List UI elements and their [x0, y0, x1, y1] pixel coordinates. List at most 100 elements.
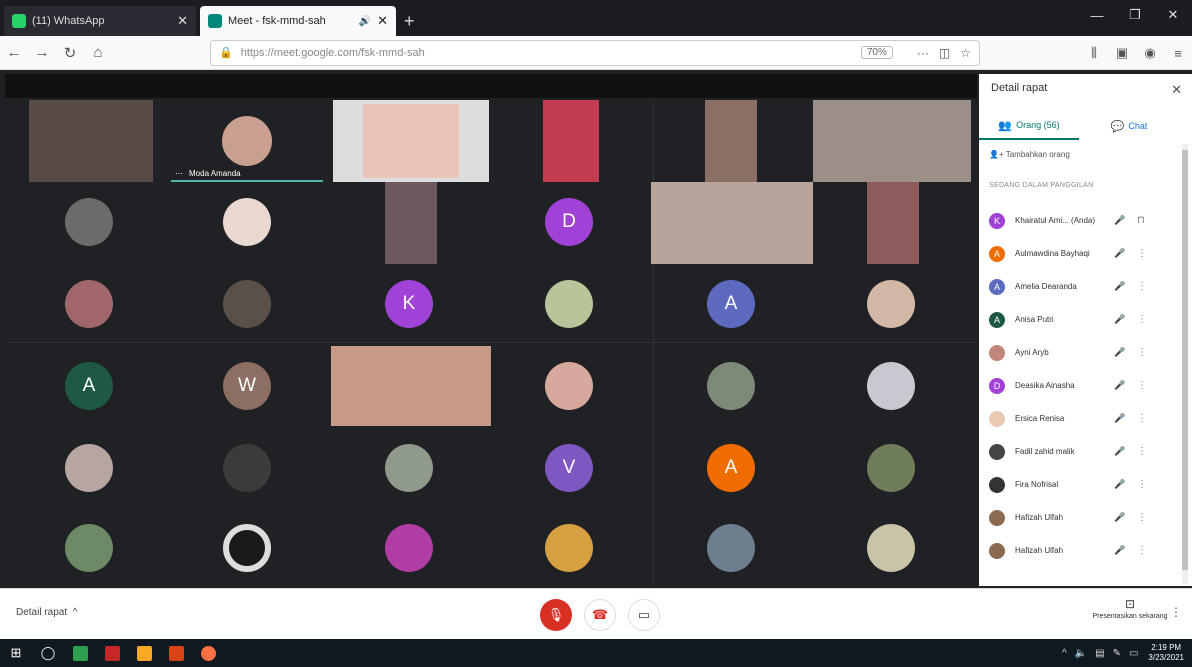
participant-tile[interactable] — [489, 264, 649, 344]
participant-tile[interactable] — [9, 428, 169, 508]
close-icon[interactable]: ✕ — [177, 13, 188, 29]
participant-tile[interactable] — [651, 346, 811, 426]
participant-tile[interactable] — [489, 346, 649, 426]
participant-tile[interactable] — [811, 508, 971, 588]
participant-tile[interactable]: A — [651, 264, 811, 344]
participant-row[interactable]: A Anisa Putri 🎤 ⋮ — [979, 303, 1179, 336]
more-vert-icon[interactable]: ⋮ — [1137, 413, 1147, 424]
participant-tile[interactable] — [9, 182, 169, 262]
present-now-button[interactable]: ⊡ Presentasikan sekarang — [1090, 597, 1170, 620]
participant-tile[interactable] — [811, 346, 971, 426]
account-icon[interactable]: ◉ — [1136, 45, 1164, 61]
participant-video-shared-doc[interactable] — [333, 100, 489, 182]
more-vert-icon[interactable]: ⋮ — [1137, 545, 1147, 556]
maximize-button[interactable]: ❐ — [1116, 0, 1154, 30]
mic-off-icon[interactable]: 🎤 — [1111, 413, 1129, 424]
leave-call-button[interactable]: ☎ — [584, 599, 616, 631]
more-vert-icon[interactable]: ⋮ — [1137, 380, 1147, 391]
mic-off-icon[interactable]: 🎤 — [1111, 314, 1129, 325]
app-icon-powerpoint[interactable] — [160, 639, 192, 667]
participant-video[interactable] — [867, 182, 919, 264]
participant-video[interactable] — [705, 100, 757, 182]
close-icon[interactable]: ✕ — [1171, 82, 1182, 98]
tab-people[interactable]: 👥 Orang (56) — [979, 112, 1079, 140]
more-options-icon[interactable]: ⋮ — [1170, 605, 1182, 619]
participant-row[interactable]: A Amelia Dearanda 🎤 ⋮ — [979, 270, 1179, 303]
task-view-icon[interactable]: ◯ — [32, 639, 64, 667]
pocket-icon[interactable]: ◫ — [939, 46, 950, 60]
participant-tile[interactable]: V — [489, 428, 649, 508]
participant-tile-speaking[interactable]: ⋯ Moda Amanda — [167, 100, 327, 182]
app-icon-file-explorer[interactable] — [128, 639, 160, 667]
tab-meet[interactable]: Meet - fsk-mmd-sah 🔊 ✕ — [200, 6, 396, 36]
mic-toggle-button[interactable]: 🎙 — [540, 599, 572, 631]
network-icon[interactable]: ▤ — [1095, 648, 1104, 659]
participant-tile[interactable] — [329, 428, 489, 508]
participant-tile[interactable] — [329, 508, 489, 588]
bookmark-star-icon[interactable]: ☆ — [960, 46, 971, 60]
new-tab-button[interactable]: + — [404, 6, 415, 36]
participant-tile[interactable] — [167, 508, 327, 588]
mic-off-icon[interactable]: 🎤 — [1111, 446, 1129, 457]
mic-off-icon[interactable]: 🎤 — [1111, 545, 1129, 556]
participant-row[interactable]: Fadil zahid malik 🎤 ⋮ — [979, 435, 1179, 468]
mic-off-icon[interactable]: 🎤 — [1111, 479, 1129, 490]
app-icon-green[interactable] — [64, 639, 96, 667]
close-window-button[interactable]: ✕ — [1154, 0, 1192, 30]
scroll-thumb[interactable] — [1182, 150, 1188, 570]
participant-video[interactable] — [29, 100, 153, 182]
pin-icon[interactable]: ⊓ — [1137, 215, 1145, 226]
sidebar-icon[interactable]: ▣ — [1108, 45, 1136, 61]
library-icon[interactable]: ⫼ — [1080, 45, 1108, 61]
participant-row[interactable]: Ersica Renisa 🎤 ⋮ — [979, 402, 1179, 435]
participant-tile[interactable] — [811, 428, 971, 508]
participant-row[interactable]: Ayni Aryb 🎤 ⋮ — [979, 336, 1179, 369]
participant-row[interactable]: D Deasika Ainasha 🎤 ⋮ — [979, 369, 1179, 402]
participant-video[interactable] — [651, 182, 813, 264]
participant-tile[interactable] — [9, 264, 169, 344]
mic-off-icon[interactable]: 🎤 — [1111, 281, 1129, 292]
participant-row[interactable]: K Khairatul Ami... (Anda) 🎤 ⊓ — [979, 204, 1179, 237]
mic-off-icon[interactable]: 🎤 — [1111, 215, 1129, 226]
mic-off-icon[interactable]: 🎤 — [1111, 347, 1129, 358]
participant-tile[interactable]: A — [651, 428, 811, 508]
participant-tile[interactable] — [651, 508, 811, 588]
more-vert-icon[interactable]: ⋮ — [1137, 512, 1147, 523]
minimize-button[interactable]: — — [1078, 0, 1116, 30]
participant-tile[interactable] — [811, 264, 971, 344]
participant-tile[interactable] — [167, 428, 327, 508]
more-vert-icon[interactable]: ⋮ — [1137, 248, 1147, 259]
participant-video[interactable] — [385, 182, 437, 264]
participant-tile[interactable]: K — [329, 264, 489, 344]
back-icon[interactable]: ← — [0, 44, 28, 61]
chevron-up-icon[interactable]: ^ — [1062, 648, 1067, 659]
reload-icon[interactable]: ↻ — [56, 44, 84, 62]
zoom-level[interactable]: 70% — [860, 46, 893, 59]
more-vert-icon[interactable]: ⋮ — [1137, 281, 1147, 292]
mic-off-icon[interactable]: 🎤 — [1111, 248, 1129, 259]
volume-icon[interactable]: 🔈 — [1075, 648, 1087, 659]
tab-chat[interactable]: 💬 Chat — [1079, 112, 1179, 140]
system-clock[interactable]: 2:19 PM 3/23/2021 — [1148, 643, 1184, 663]
participant-tile[interactable] — [167, 264, 327, 344]
participant-row[interactable]: Hafizah Ulfah 🎤 ⋮ — [979, 501, 1179, 534]
participant-tile[interactable]: W — [167, 346, 327, 426]
camera-toggle-button[interactable]: ▭ — [628, 599, 660, 631]
firefox-icon[interactable] — [192, 639, 224, 667]
tab-whatsapp[interactable]: (11) WhatsApp ✕ — [4, 6, 196, 36]
pen-icon[interactable]: ✎ — [1113, 648, 1121, 659]
more-vert-icon[interactable]: ⋮ — [1137, 479, 1147, 490]
more-vert-icon[interactable]: ⋮ — [1137, 446, 1147, 457]
address-bar[interactable]: 🔒 https://meet.google.com/fsk-mmd-sah 70… — [210, 39, 980, 66]
windows-start-icon[interactable]: ⊞ — [0, 639, 32, 667]
notification-icon[interactable]: ▭ — [1129, 648, 1138, 659]
participant-row[interactable]: A Aulmawdina Bayhaqi 🎤 ⋮ — [979, 237, 1179, 270]
participant-tile[interactable]: D — [489, 182, 649, 262]
participant-video[interactable] — [331, 346, 491, 426]
mic-off-icon[interactable]: 🎤 — [1111, 380, 1129, 391]
mic-off-icon[interactable]: 🎤 — [1111, 512, 1129, 523]
participant-tile[interactable]: A — [9, 346, 169, 426]
participant-video[interactable] — [813, 100, 971, 182]
panel-scrollbar[interactable] — [1182, 144, 1188, 584]
participant-tile[interactable] — [9, 508, 169, 588]
